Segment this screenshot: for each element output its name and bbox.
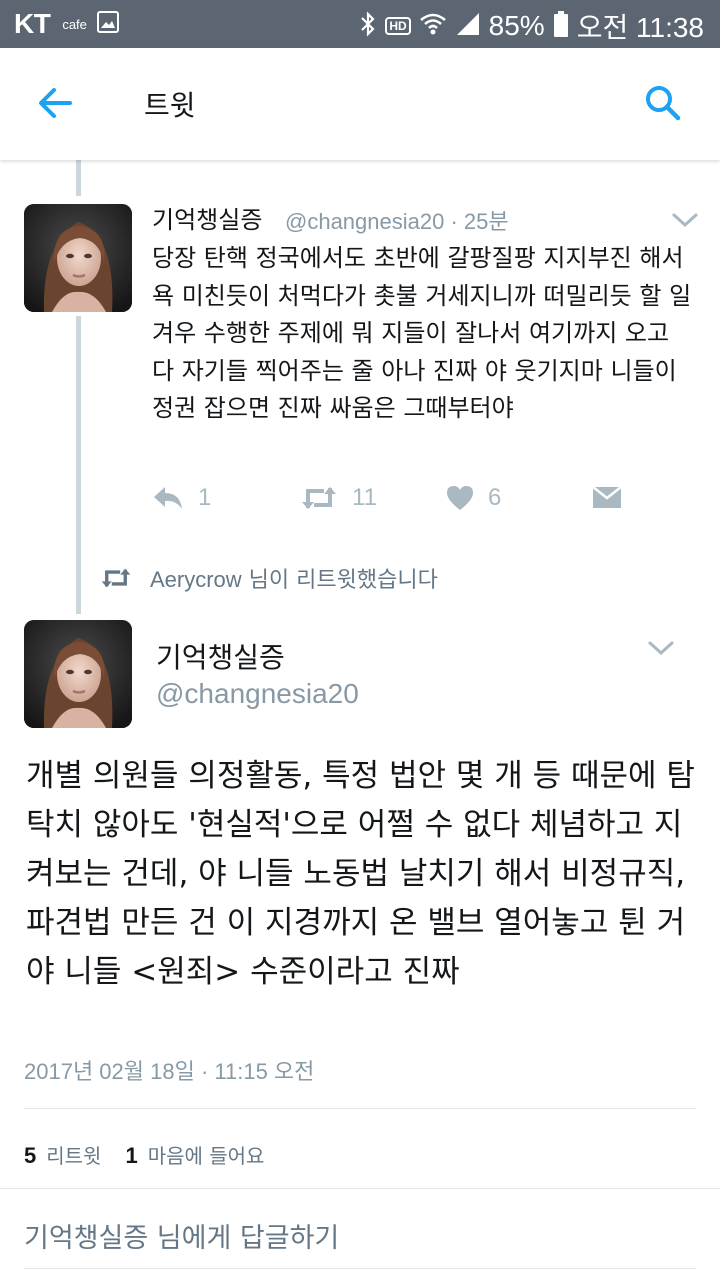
chevron-down-icon[interactable] [646,638,676,658]
retweet-context-suffix: 님이 리트윗했습니다 [241,568,438,593]
reply-icon [154,487,182,509]
retweets-label: 리트윗 [46,1144,102,1168]
retweet-button[interactable]: 11 [300,484,377,512]
wifi-icon [419,12,447,40]
thread-line-top [76,160,81,196]
tweet-author-name[interactable]: 기억챙실증 [152,200,262,235]
likes-count: 1 [125,1143,138,1168]
image-notification-icon [96,11,119,37]
retweet-context-text[interactable]: Aerycrow 님이 리트윗했습니다 [150,562,438,594]
avatar-portrait-image [24,620,132,728]
main-tweet-text: 개별 의원들 의정활동, 특정 법안 몇 개 등 때문에 탐탁치 않아도 '현실… [26,758,695,990]
search-icon[interactable] [642,82,684,124]
retweet-context-icon [101,568,131,588]
main-tweet-author-handle[interactable]: @changnesia20 [156,678,359,710]
likes-stat[interactable]: 1 마음에 들어요 [125,1140,264,1169]
status-bar: KT cafe HD 85% 오전 11:38 [0,0,720,48]
likes-label: 마음에 들어요 [147,1144,265,1168]
reply-input[interactable]: 기억챙실증 님에게 답글하기 [24,1216,339,1255]
retweet-icon [302,487,336,509]
tweet-text: 당장 탄핵 정국에서도 초반에 갈팡질팡 지지부진 해서 욕 미친듯이 처먹다가… [152,244,692,422]
tweet-author-handle[interactable]: @changnesia20 [285,209,444,234]
divider [0,1188,720,1189]
retweet-count: 11 [352,484,377,511]
back-arrow-icon[interactable] [34,82,76,124]
reply-count: 1 [198,484,212,511]
avatar-portrait-image [24,204,132,312]
retweeter-name: Aerycrow [150,567,242,592]
battery-percent: 85% [488,10,545,41]
main-tweet-author-name[interactable]: 기억챙실증 [156,636,285,676]
signal-icon [455,11,481,41]
divider [24,1108,696,1109]
clock: 오전 11:38 [576,12,704,43]
bluetooth-icon [359,10,377,42]
thread-line-bottom [76,316,81,614]
retweets-count: 5 [24,1143,37,1168]
avatar[interactable] [24,204,132,312]
main-avatar[interactable] [24,620,132,728]
reply-button[interactable]: 1 [152,484,211,512]
heart-icon [447,486,473,510]
page-title: 트윗 [144,89,196,122]
direct-message-button[interactable] [592,484,622,510]
like-button[interactable]: 6 [446,484,501,512]
envelope-icon [592,486,622,508]
cafe-notification-label: cafe [62,16,87,32]
hd-voice-icon: HD [385,17,411,35]
battery-icon [553,10,569,42]
chevron-down-icon[interactable] [670,210,700,230]
tweet-author-meta: @changnesia20 · 25분 [285,204,509,236]
divider [24,1268,696,1269]
carrier-label: KT [14,8,51,39]
retweets-stat[interactable]: 5 리트윗 [24,1140,101,1169]
engagement-stats: 5 리트윗 1 마음에 들어요 [24,1140,264,1169]
tweet-timestamp: · 25분 [450,209,509,234]
main-tweet-date: 2017년 02월 18일 · 11:15 오전 [24,1059,315,1084]
like-count: 6 [488,484,502,511]
retweet-context: Aerycrow 님이 리트윗했습니다 [100,562,438,594]
app-bar: 트윗 [0,48,720,160]
